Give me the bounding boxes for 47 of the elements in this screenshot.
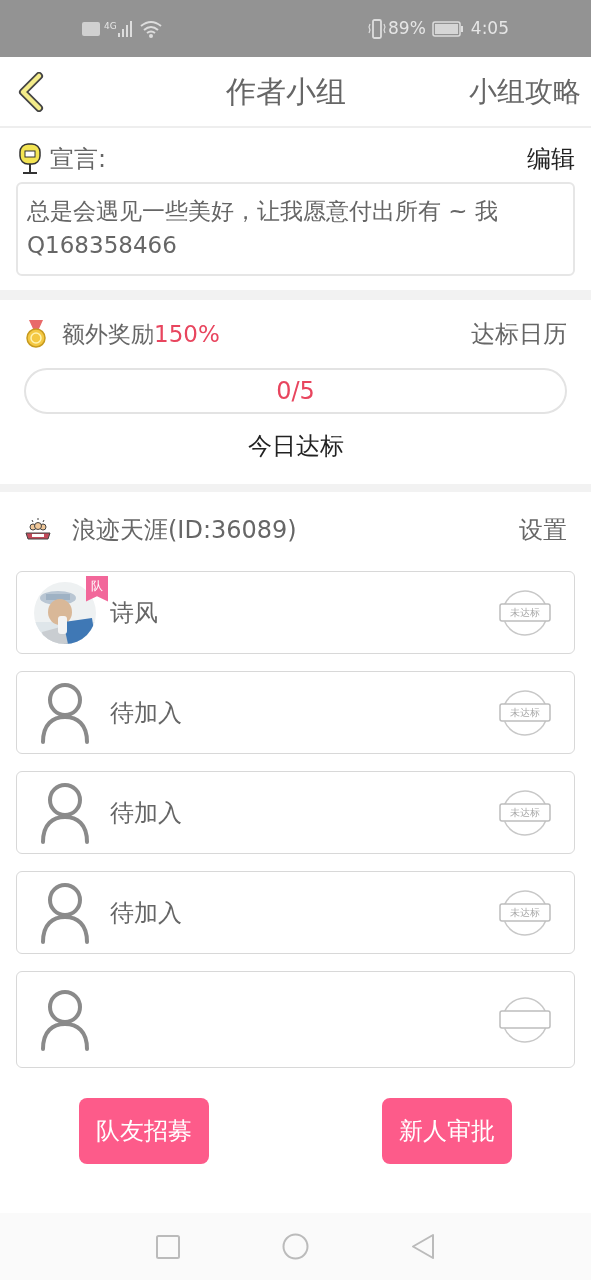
back-button[interactable] <box>16 70 46 113</box>
team-badge: 队 <box>86 575 108 602</box>
calendar-link[interactable]: 达标日历 <box>471 316 567 352</box>
member-card[interactable]: 待加入 未达标 <box>16 771 575 854</box>
member-card[interactable]: 待加入 未达标 <box>16 671 575 754</box>
declaration-text: 总是会遇见一些美好，让我愿意付出所有 ~ 我Q168358466 <box>16 182 575 276</box>
member-card[interactable] <box>16 971 575 1068</box>
page-title: 作者小组 <box>226 73 346 111</box>
mailbox-icon <box>18 143 42 175</box>
status-stamp: 未达标 <box>498 587 552 638</box>
member-name: 待加入 <box>110 697 183 729</box>
clock: 4:05 <box>470 16 509 40</box>
back-icon[interactable] <box>411 1233 435 1260</box>
declaration-label: 宣言: <box>50 144 107 175</box>
team-icon <box>24 517 52 543</box>
medal-icon <box>24 319 48 349</box>
reward-percent: 150% <box>154 319 220 349</box>
person-icon <box>39 681 91 744</box>
status-stamp: 未达标 <box>498 687 552 738</box>
member-name: 待加入 <box>110 897 183 929</box>
team-name: 浪迹天涯(ID:36089) <box>72 515 297 546</box>
battery-icon <box>431 20 464 37</box>
progress-caption: 今日达标 <box>247 431 344 462</box>
reward-label: 额外奖励 <box>62 319 154 349</box>
wifi-icon <box>139 19 162 38</box>
progress-reading: 0/5 <box>276 376 315 407</box>
status-stamp: 未达标 <box>498 887 552 938</box>
person-icon <box>39 988 91 1051</box>
status-stamp: 未达标 <box>498 787 552 838</box>
group-guide-link[interactable]: 小组攻略 <box>469 70 581 113</box>
action-button[interactable]: 队友招募 <box>79 1098 209 1164</box>
home-icon[interactable] <box>282 1233 309 1260</box>
member-card[interactable]: 待加入 未达标 <box>16 871 575 954</box>
action-button[interactable]: 新人审批 <box>382 1098 512 1164</box>
edit-link[interactable]: 编辑 <box>527 141 575 177</box>
person-icon <box>39 781 91 844</box>
signal-icon <box>117 20 132 37</box>
member-name: 诗风 <box>110 597 159 629</box>
vibrate-icon <box>368 18 386 39</box>
settings-link[interactable]: 设置 <box>519 512 567 548</box>
network-type: 4G <box>104 20 117 33</box>
member-name: 待加入 <box>110 797 183 829</box>
battery-percent: 89% <box>388 16 426 40</box>
member-card[interactable]: 队 诗风 未达标 <box>16 571 575 654</box>
person-icon <box>39 881 91 944</box>
recent-apps-icon[interactable] <box>156 1234 180 1259</box>
status-stamp <box>498 994 552 1045</box>
